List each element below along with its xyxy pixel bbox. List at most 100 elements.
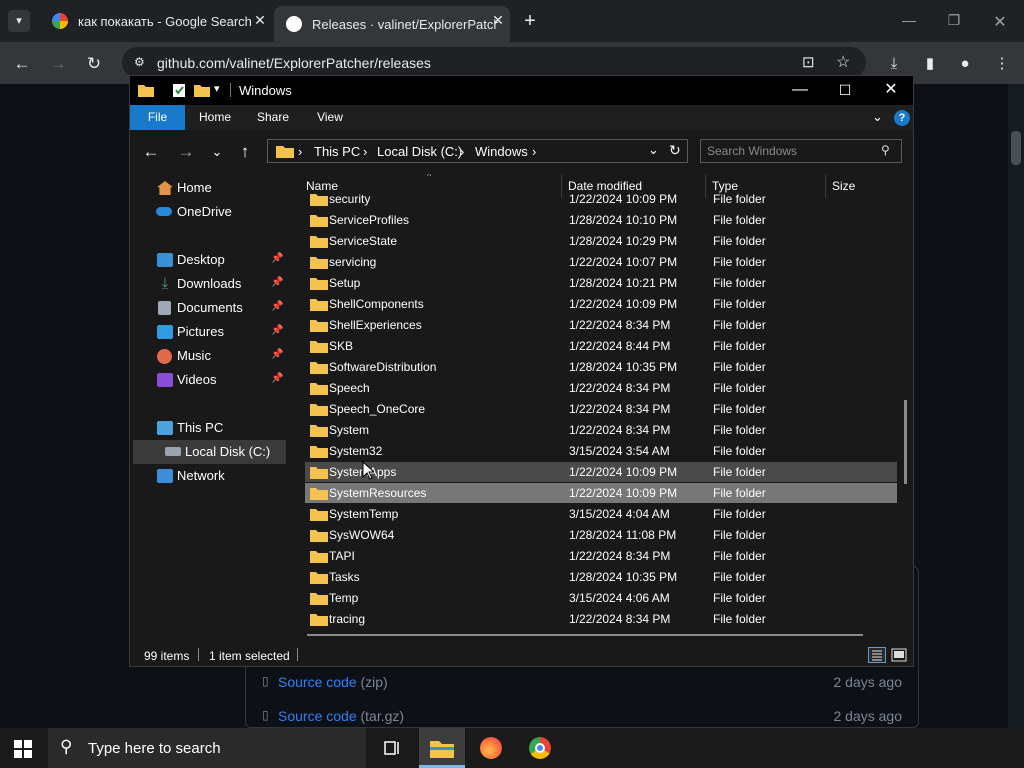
site-info-icon[interactable]: ⚙ [134, 55, 145, 69]
file-row[interactable]: System 1/22/2024 8:34 PM File folder [305, 420, 897, 440]
nav-item-pictures[interactable]: Pictures 📌 [130, 320, 286, 344]
taskbar-search[interactable]: ⚲ [48, 728, 366, 768]
close-icon[interactable]: ✕ [881, 80, 901, 100]
file-row[interactable]: Temp 3/15/2024 4:06 AM File folder [305, 588, 897, 608]
pin-icon[interactable]: 📌 [271, 325, 283, 336]
file-row[interactable]: tracing 1/22/2024 8:34 PM File folder [305, 609, 897, 629]
windows-start-icon[interactable] [14, 740, 32, 758]
close-window-icon[interactable]: ✕ [990, 12, 1010, 32]
side-panel-icon[interactable]: ▮ [920, 54, 940, 74]
file-row[interactable]: Setup 1/28/2024 10:21 PM File folder [305, 273, 897, 293]
breadcrumb-windows[interactable]: Windows [475, 144, 528, 159]
url-text[interactable]: github.com/valinet/ExplorerPatcher/relea… [157, 55, 431, 71]
file-row[interactable]: security 1/22/2024 10:09 PM File folder [305, 194, 897, 209]
breadcrumb-separator-icon[interactable]: › [460, 144, 464, 159]
explorer-title-bar[interactable]: ▾ Windows — ☐ ✕ [130, 76, 913, 105]
tab-search-button[interactable]: ▾ [8, 10, 30, 32]
file-row[interactable]: ShellExperiences 1/22/2024 8:34 PM File fo… [305, 315, 897, 335]
nav-item-network[interactable]: Network [130, 464, 286, 488]
file-row[interactable]: SystemApps1/22/2024 10:09 PMFile folder [305, 462, 897, 482]
address-bar[interactable]: ⚙ github.com/valinet/ExplorerPatcher/rel… [122, 47, 866, 78]
pin-icon[interactable]: 📌 [271, 373, 283, 384]
pin-icon[interactable]: 📌 [271, 277, 283, 288]
file-row[interactable]: Tasks 1/28/2024 10:35 PM File folder [305, 567, 897, 587]
breadcrumb-separator-icon[interactable]: › [298, 144, 302, 159]
nav-item-desktop[interactable]: Desktop 📌 [130, 248, 286, 272]
recent-locations-icon[interactable]: ⌄ [207, 142, 227, 162]
bookmark-star-icon[interactable]: ☆ [836, 52, 850, 72]
file-row[interactable]: System32 3/15/2024 3:54 AM File folder [305, 441, 897, 461]
search-icon[interactable]: ⚲ [881, 143, 890, 157]
minimize-icon[interactable]: — [899, 12, 919, 28]
nav-item-onedrive[interactable]: OneDrive [130, 200, 286, 224]
expand-ribbon-icon[interactable]: ⌄ [872, 109, 883, 125]
maximize-icon[interactable]: ☐ [835, 80, 855, 100]
file-row[interactable]: SKB 1/22/2024 8:44 PM File folder [305, 336, 897, 356]
download-icon[interactable]: ⤓ [884, 54, 904, 74]
forward-arrow-icon[interactable]: → [48, 54, 68, 74]
up-arrow-icon[interactable]: ↑ [235, 142, 255, 162]
file-row[interactable]: ServiceState 1/28/2024 10:29 PM File folde… [305, 231, 897, 251]
nav-item-videos[interactable]: Videos 📌 [130, 368, 286, 392]
file-row[interactable]: SoftwareDistribution 1/28/2024 10:35 PM Fi… [305, 357, 897, 377]
nav-item-downloads[interactable]: ⤓ Downloads 📌 [130, 272, 286, 296]
file-row[interactable]: servicing 1/22/2024 10:07 PM File folder [305, 252, 897, 272]
customize-toolbar-icon[interactable]: ▾ [214, 82, 220, 95]
pin-icon[interactable]: 📌 [271, 301, 283, 312]
file-row[interactable]: SystemTemp 3/15/2024 4:04 AM File folder [305, 504, 897, 524]
asset-link[interactable]: Source code (tar.gz) [278, 708, 404, 724]
breadcrumb-local-disk[interactable]: Local Disk (C:) [377, 144, 462, 159]
nav-item-home[interactable]: Home [130, 176, 286, 200]
file-row[interactable]: ServiceProfiles 1/28/2024 10:10 PM File fo… [305, 210, 897, 230]
pin-icon[interactable]: 📌 [271, 253, 283, 264]
minimize-icon[interactable]: — [790, 80, 810, 100]
page-scrollbar-thumb[interactable] [1011, 131, 1021, 165]
file-row[interactable]: SysWOW64 1/28/2024 11:08 PM File folder [305, 525, 897, 545]
taskbar-firefox[interactable] [468, 728, 514, 768]
nav-item-this-pc[interactable]: This PC [130, 416, 286, 440]
back-arrow-icon[interactable]: ← [12, 54, 32, 74]
search-field[interactable]: ⚲ [700, 139, 902, 163]
taskbar-chrome[interactable] [517, 728, 563, 768]
refresh-icon[interactable]: ↻ [669, 142, 681, 159]
profile-icon[interactable]: ● [955, 54, 975, 74]
large-icons-view-icon[interactable] [890, 647, 908, 663]
pin-icon[interactable]: 📌 [271, 349, 283, 360]
asset-link[interactable]: Source code (zip) [278, 674, 388, 690]
nav-item-documents[interactable]: Documents 📌 [130, 296, 286, 320]
restore-icon[interactable]: ❐ [944, 12, 964, 29]
forward-arrow-icon[interactable]: → [176, 142, 196, 162]
breadcrumb-separator-icon[interactable]: › [532, 144, 536, 159]
close-tab-icon[interactable]: ✕ [490, 12, 506, 28]
breadcrumb-bar[interactable]: › This PC › Local Disk (C:) › Windows › … [267, 139, 688, 163]
help-icon[interactable]: ? [894, 110, 910, 126]
nav-item-local-disk[interactable]: Local Disk (C:) [133, 440, 286, 464]
back-arrow-icon[interactable]: ← [141, 142, 161, 162]
taskbar-search-input[interactable] [88, 739, 348, 757]
close-tab-icon[interactable]: ✕ [252, 12, 268, 28]
install-app-icon[interactable]: ⊡ [802, 53, 815, 71]
breadcrumb-separator-icon[interactable]: › [363, 144, 367, 159]
tab-share[interactable]: Share [250, 105, 296, 130]
breadcrumb-this-pc[interactable]: This PC [314, 144, 360, 159]
properties-icon[interactable] [172, 83, 186, 98]
new-folder-icon[interactable] [194, 83, 210, 97]
file-row[interactable]: Speech_OneCore 1/22/2024 8:34 PM File fold… [305, 399, 897, 419]
vertical-scrollbar-thumb[interactable] [904, 400, 907, 484]
horizontal-scrollbar-thumb[interactable] [307, 634, 863, 636]
task-view-button[interactable] [369, 728, 415, 768]
address-history-icon[interactable]: ⌄ [648, 142, 659, 158]
reload-icon[interactable]: ↻ [84, 54, 104, 74]
menu-kebab-icon[interactable]: ⋮ [992, 54, 1012, 74]
tab-home[interactable]: Home [192, 105, 238, 130]
file-row[interactable]: ShellComponents 1/22/2024 10:09 PM File fo… [305, 294, 897, 314]
details-view-icon[interactable] [868, 647, 886, 663]
browser-tab-google[interactable]: как покакать - Google Search ✕ [40, 6, 272, 36]
tab-file[interactable]: File [130, 105, 185, 130]
file-row[interactable]: TAPI 1/22/2024 8:34 PM File folder [305, 546, 897, 566]
nav-item-music[interactable]: Music 📌 [130, 344, 286, 368]
taskbar-file-explorer[interactable] [419, 728, 465, 768]
browser-tab-github[interactable]: Releases · valinet/ExplorerPatcher ✕ [274, 6, 510, 42]
tab-view[interactable]: View [307, 105, 353, 130]
file-row[interactable]: Speech 1/22/2024 8:34 PM File folder [305, 378, 897, 398]
